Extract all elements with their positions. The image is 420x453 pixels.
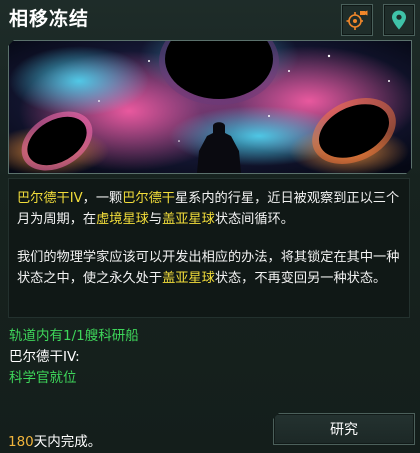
map-pin-icon — [392, 10, 406, 30]
highlight-term: 虚境星球 — [96, 212, 149, 227]
scientist-status: 科学官就位 — [9, 370, 77, 386]
description-paragraph-2: 我们的物理学家应该可以开发出相应的办法，将其锁定在其中一种状态之中，使之永久处于… — [17, 247, 401, 289]
phase-nebula-image — [9, 41, 411, 173]
event-title: 相移冻结 — [9, 8, 90, 30]
highlight-term: 巴尔德干 — [122, 191, 175, 206]
description-text: 与 — [148, 212, 163, 227]
completion-suffix: 天内完成。 — [33, 434, 102, 450]
event-illustration — [8, 40, 412, 174]
description-text: 状态间循环。 — [214, 212, 294, 227]
completion-time: 180天内完成。 — [8, 430, 101, 450]
highlight-term: 巴尔德干IV — [17, 191, 83, 206]
event-description: 巴尔德干IV，一颗巴尔德干星系内的行星，近日被观察到正以三个月为周期，在虚境星球… — [8, 178, 410, 318]
focus-camera-button[interactable] — [341, 4, 373, 36]
planet-label: 巴尔德干IV: — [9, 349, 80, 365]
highlight-term: 盖亚星球 — [162, 271, 215, 286]
description-text: 状态，不再变回另一种状态。 — [214, 271, 387, 286]
event-panel: 相移冻结 巴尔德干IV，一颗巴尔德干星系内的行星，近日被观察到正以三个月为周期，… — [0, 0, 420, 453]
target-camera-icon — [346, 10, 368, 30]
locate-button[interactable] — [383, 4, 415, 36]
description-text: ，一颗 — [82, 191, 123, 206]
highlight-term: 盖亚星球 — [162, 212, 215, 227]
research-button[interactable]: 研究 — [273, 413, 415, 445]
orbit-status: 轨道内有1/1艘科研船 — [9, 328, 139, 344]
completion-days: 180 — [8, 434, 34, 450]
description-paragraph-1: 巴尔德干IV，一颗巴尔德干星系内的行星，近日被观察到正以三个月为周期，在虚境星球… — [17, 188, 401, 230]
